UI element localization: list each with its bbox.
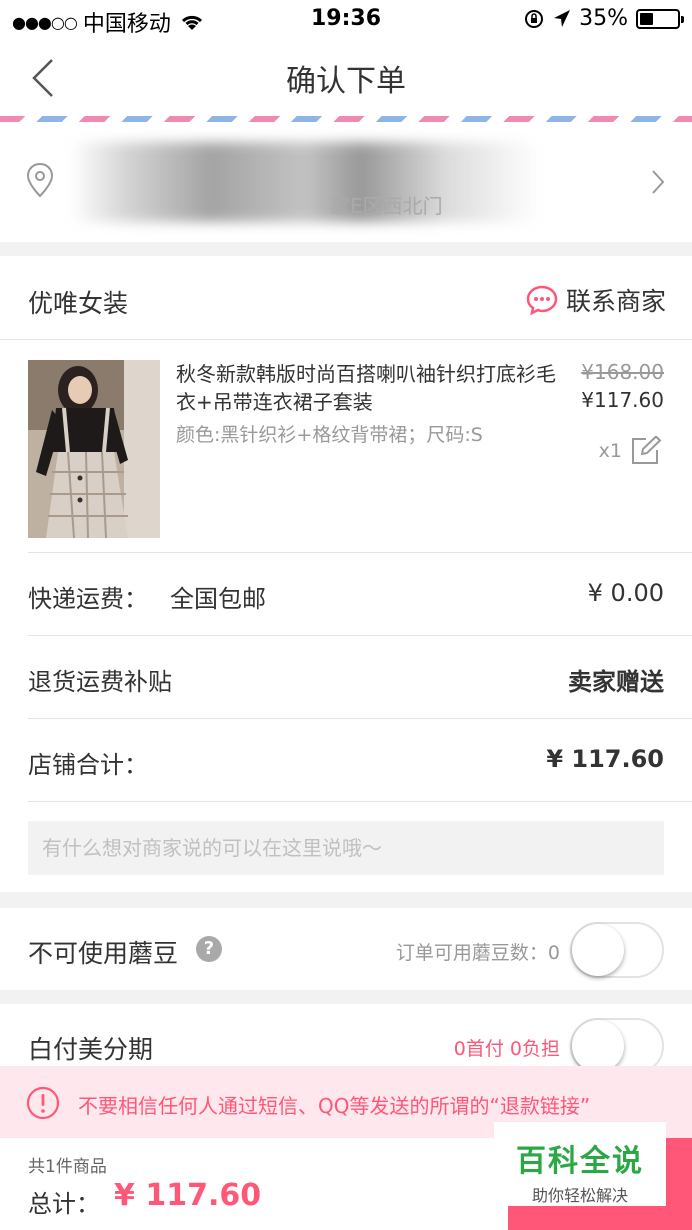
beans-toggle[interactable] (570, 922, 664, 978)
shipping-method: 全国包邮 (170, 585, 266, 613)
location-pin-icon (26, 162, 54, 198)
return-subsidy-label: 退货运费补贴 (28, 668, 172, 696)
product-image[interactable] (28, 360, 160, 538)
help-icon[interactable]: ? (196, 936, 222, 962)
wifi-icon (181, 15, 202, 30)
warning-text: 不要相信任何人通过短信、QQ等发送的所谓的“退款链接” (78, 1094, 591, 1118)
toggle-knob (572, 1020, 624, 1072)
subtotal-label: 店铺合计： (28, 751, 148, 779)
original-price: ¥168.00 (581, 360, 664, 384)
total-label: 总计： (28, 1190, 100, 1218)
edit-icon (632, 436, 662, 464)
address-fragment: 家E区西北门 (330, 194, 443, 218)
beans-available: 订单可用蘑豆数：0 (395, 942, 560, 964)
product-quantity: x1 (598, 440, 622, 462)
back-button[interactable] (26, 54, 66, 102)
contact-seller-label: 联系商家 (565, 287, 666, 316)
alert-icon (26, 1086, 60, 1120)
shop-name: 优唯女装 (28, 289, 129, 318)
beans-label: 不可使用蘑豆 (28, 939, 179, 968)
status-bar: ●●●○○ 中国移动 19:36 35% (0, 0, 692, 38)
address-redaction (70, 142, 540, 222)
quantity-edit-button[interactable]: x1 (599, 436, 662, 466)
product-item: 秋冬新款韩版时尚百搭喇叭袖针织打底衫毛衣+吊带连衣裙子套装 颜色:黑针织衫+格纹… (0, 340, 692, 552)
shipping-fee-row: 快递运费： 全国包邮 ¥ 0.00 (28, 552, 692, 635)
item-count: 共1件商品 (28, 1157, 107, 1177)
watermark-logo: 百科全说 助你轻松解决 (494, 1122, 666, 1206)
divider (28, 801, 692, 802)
battery-percent: 35% (579, 6, 628, 31)
address-selector[interactable]: 家E区西北门 (0, 122, 692, 242)
contact-seller-button[interactable]: 联系商家 (526, 282, 666, 318)
product-name: 秋冬新款韩版时尚百搭喇叭袖针织打底衫毛衣+吊带连衣裙子套装 (176, 362, 556, 414)
signal-strength: ●●●○○ (12, 12, 78, 32)
shipping-label: 快递运费： (28, 585, 148, 613)
total-amount: ¥ 117.60 (114, 1178, 262, 1213)
shop-header: 优唯女装 联系商家 (0, 256, 692, 340)
installment-label: 白付美分期 (28, 1035, 154, 1064)
watermark-subtitle: 助你轻松解决 (531, 1186, 628, 1205)
nav-bar: 确认下单 (0, 38, 692, 118)
product-spec: 颜色:黑针织衫+格纹背带裙；尺码:S (176, 424, 483, 446)
product-price: ¥117.60 (581, 388, 664, 412)
location-arrow-icon (554, 9, 571, 27)
chat-bubble-icon (526, 285, 558, 315)
installment-row: 白付美分期 0首付 0负担 (0, 1004, 692, 1074)
battery-icon (636, 8, 684, 29)
back-arrow-icon (32, 59, 53, 97)
mogu-beans-row: 不可使用蘑豆 ? 订单可用蘑豆数：0 (0, 908, 692, 990)
subtotal-value: ¥ 117.60 (546, 745, 664, 773)
watermark-title: 百科全说 (516, 1144, 644, 1179)
chevron-right-icon (652, 170, 665, 194)
orientation-lock-icon (525, 9, 544, 28)
installment-info: 0首付 0负担 (453, 1038, 560, 1060)
toggle-knob (572, 924, 624, 976)
return-subsidy-row: 退货运费补贴 卖家赠送 (28, 635, 692, 718)
shipping-value: ¥ 0.00 (587, 579, 664, 607)
shop-subtotal-row: 店铺合计： ¥ 117.60 (28, 718, 692, 801)
return-subsidy-value: 卖家赠送 (568, 668, 664, 696)
order-card: 优唯女装 联系商家 秋冬新款韩版时尚百搭喇叭袖针织打底衫毛衣+吊带连衣裙子套装 … (0, 256, 692, 892)
battery-fill (640, 12, 653, 25)
message-to-seller-input[interactable] (28, 821, 664, 875)
page-title: 确认下单 (286, 64, 406, 99)
carrier-name: 中国移动 (82, 12, 171, 37)
